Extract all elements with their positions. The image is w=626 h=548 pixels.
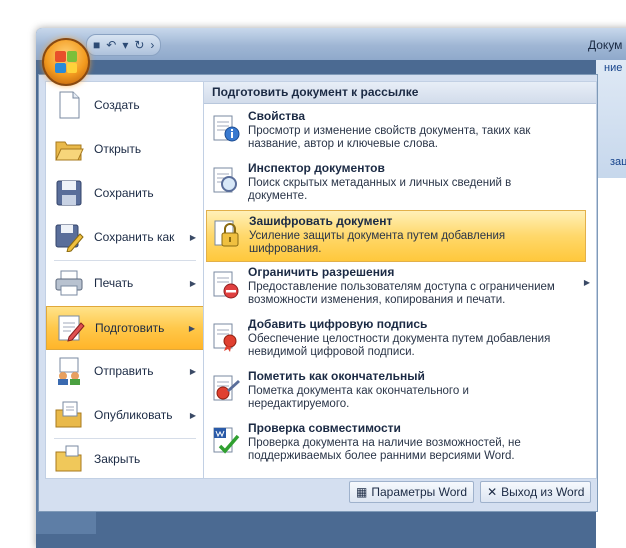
submenu-arrow-icon: ▶ — [189, 232, 196, 242]
close-folder-icon — [54, 444, 84, 474]
open-folder-icon — [54, 134, 84, 164]
ribbon: ние зац — [596, 60, 626, 180]
inspector-icon — [212, 166, 240, 196]
ribbon-tab-label[interactable]: ние — [604, 62, 622, 74]
menu-label: Сохранить как — [94, 230, 175, 244]
menu-label: Сохранить — [94, 186, 154, 200]
submenu-arrow-icon: ▶ — [189, 366, 196, 376]
lock-icon — [213, 219, 241, 249]
menu-item-close[interactable]: Закрыть — [46, 438, 204, 480]
submenu-item-compatibility[interactable]: Проверка совместимости Проверка документ… — [206, 418, 584, 468]
menu-item-save[interactable]: Сохранить — [46, 172, 204, 214]
ribbon-group-label: зац — [610, 156, 626, 168]
submenu-item-inspector[interactable]: Инспектор документов Поиск скрытых метад… — [206, 158, 584, 208]
menu-item-print[interactable]: Печать ▶ — [46, 262, 204, 304]
save-icon[interactable]: ■ — [93, 38, 100, 52]
menu-label: Опубликовать — [94, 408, 173, 422]
menu-item-send[interactable]: Отправить ▶ — [46, 350, 204, 392]
menu-item-new[interactable]: Создать — [46, 84, 204, 126]
office-menu-footer: ▦ Параметры Word ✕ Выход из Word — [349, 481, 592, 503]
window-title: Докум — [588, 38, 623, 52]
submenu-item-description: Предоставление пользователям доступа с о… — [248, 281, 555, 306]
menu-item-save-as[interactable]: Сохранить как ▶ — [46, 216, 204, 258]
title-bar: ■ ↶ ▾ ↻ › Докум — [36, 28, 626, 60]
office-button[interactable] — [42, 38, 90, 86]
submenu-item-encrypt[interactable]: Зашифровать документ Усиление защиты док… — [206, 210, 586, 262]
submenu-item-mark-final[interactable]: Пометить как окончательный Пометка докум… — [206, 366, 584, 416]
submenu-arrow-icon: ▶ — [189, 278, 196, 288]
button-label: Параметры Word — [371, 485, 468, 499]
close-icon: ✕ — [487, 485, 498, 499]
send-icon — [54, 356, 84, 386]
submenu-item-description: Обеспечение целостности документа путем … — [248, 333, 551, 358]
submenu-header: Подготовить документ к рассылке — [204, 82, 596, 104]
menu-label: Закрыть — [94, 452, 141, 466]
button-label: Выход из Word — [501, 485, 585, 499]
menu-label: Печать — [94, 276, 134, 290]
submenu-item-description: Просмотр и изменение свойств документа, … — [248, 125, 531, 150]
quick-access-toolbar: ■ ↶ ▾ ↻ › — [86, 34, 162, 56]
save-as-icon — [54, 222, 84, 253]
menu-item-open[interactable]: Открыть — [46, 128, 204, 170]
submenu-item-description: Пометка документа как окончательного и н… — [248, 385, 469, 410]
menu-label: Подготовить — [95, 321, 165, 335]
save-disk-icon — [54, 178, 84, 208]
word-options-button[interactable]: ▦ Параметры Word — [349, 481, 475, 503]
properties-icon — [212, 114, 240, 144]
submenu-arrow-icon: ▶ — [189, 410, 196, 420]
menu-item-publish[interactable]: Опубликовать ▶ — [46, 394, 204, 436]
options-icon: ▦ — [356, 485, 368, 499]
mark-final-icon — [212, 374, 240, 404]
submenu-arrow-icon: ▶ — [583, 278, 590, 287]
prepare-icon — [55, 313, 85, 343]
redo-icon[interactable]: ↻ — [134, 38, 144, 52]
menu-label: Отправить — [94, 364, 154, 378]
prepare-submenu: Подготовить документ к рассылке Свойства… — [203, 81, 597, 479]
chevron-down-icon[interactable]: ▾ — [122, 38, 128, 52]
menu-item-prepare[interactable]: Подготовить ▶ — [46, 306, 204, 350]
submenu-item-title: Проверка совместимости — [248, 421, 401, 435]
office-menu-commands: Создать Открыть Сохранить Сохранить как … — [45, 81, 205, 479]
submenu-item-title: Зашифровать документ — [249, 214, 393, 228]
exit-word-button[interactable]: ✕ Выход из Word — [480, 481, 592, 503]
signature-icon — [212, 322, 240, 352]
menu-label: Создать — [94, 98, 140, 112]
new-document-icon — [54, 90, 84, 120]
submenu-item-description: Проверка документа на наличие возможност… — [248, 437, 521, 462]
submenu-item-description: Усиление защиты документа путем добавлен… — [249, 230, 506, 255]
submenu-item-description: Поиск скрытых метаданных и личных сведен… — [248, 177, 512, 202]
office-menu: Создать Открыть Сохранить Сохранить как … — [38, 74, 598, 512]
office-logo-icon — [55, 51, 77, 73]
restrict-icon — [212, 270, 240, 300]
customize-qat-icon[interactable]: › — [150, 38, 154, 52]
submenu-item-title: Добавить цифровую подпись — [248, 317, 428, 331]
submenu-item-title: Ограничить разрешения — [248, 265, 395, 279]
submenu-item-properties[interactable]: Свойства Просмотр и изменение свойств до… — [206, 106, 584, 156]
submenu-item-title: Свойства — [248, 109, 306, 123]
document-area[interactable] — [596, 178, 626, 548]
undo-icon[interactable]: ↶ — [106, 38, 116, 52]
menu-label: Открыть — [94, 142, 142, 156]
menu-separator — [54, 260, 196, 261]
submenu-item-restrict[interactable]: Ограничить разрешения Предоставление пол… — [206, 262, 590, 312]
publish-icon — [54, 400, 84, 430]
submenu-item-title: Пометить как окончательный — [248, 369, 425, 383]
printer-icon — [54, 268, 84, 298]
submenu-arrow-icon: ▶ — [188, 323, 195, 333]
submenu-item-signature[interactable]: Добавить цифровую подпись Обеспечение це… — [206, 314, 584, 364]
submenu-item-title: Инспектор документов — [248, 161, 385, 175]
compatibility-icon — [212, 426, 240, 456]
